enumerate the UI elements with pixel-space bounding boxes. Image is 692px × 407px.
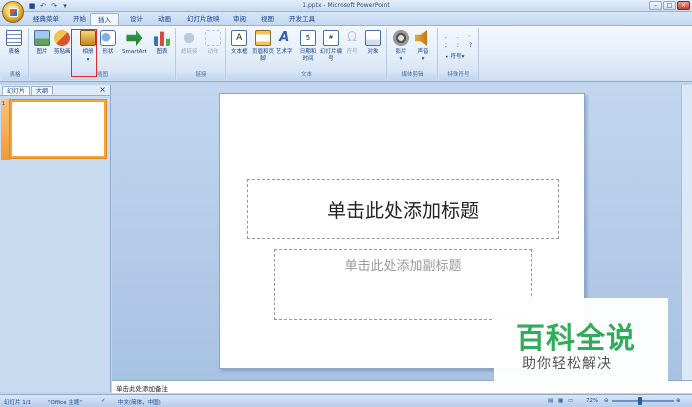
close-icon[interactable]: × (99, 85, 106, 95)
spellcheck-icon[interactable]: ✓ (101, 398, 106, 404)
watermark-subtitle: 助你轻松解决 (522, 356, 612, 372)
tab-outline[interactable]: 大纲 (31, 86, 54, 95)
zoom-slider[interactable] (612, 400, 674, 402)
smartart-icon (126, 30, 143, 46)
chevron-down-icon: ▾ (461, 54, 465, 60)
theme-name: "Office 主题" (48, 400, 82, 406)
movie-icon (393, 30, 409, 46)
symbols-menu-button[interactable]: • 符号 ▾ (445, 54, 464, 61)
chevron-down-icon: ▾ (399, 56, 403, 62)
wordart-icon: A (279, 30, 290, 45)
title-placeholder[interactable]: 单击此处添加标题 (247, 179, 559, 239)
tab-design[interactable]: 设计 (123, 13, 150, 25)
picture-icon (34, 30, 50, 46)
selection-bar (1, 99, 10, 160)
group-links: 超链接 动作 链接 (177, 28, 226, 80)
zoom-slider-handle[interactable] (638, 397, 642, 405)
hyperlink-button[interactable]: 超链接 (181, 30, 198, 56)
header-footer-icon (255, 30, 271, 46)
action-button[interactable]: 动作 (205, 30, 221, 56)
ribbon: 表格 表格 图片 剪贴画 相册 ▾ 形状 SmartArt 图表 插图 超链接 … (0, 25, 692, 82)
sorter-view-icon[interactable]: ▦ (558, 398, 563, 404)
clipart-icon (54, 30, 71, 46)
zoom-out-icon[interactable]: ⊖ (604, 398, 609, 404)
ribbon-tabs: 经典菜单 开始 插入 设计 动画 幻灯片放映 审阅 视图 开发工具 (0, 12, 692, 25)
group-table: 表格 表格 (2, 28, 29, 80)
tab-animations[interactable]: 动画 (151, 13, 178, 25)
tab-classic-menu[interactable]: 经典菜单 (26, 13, 66, 25)
hyperlink-icon (181, 30, 198, 46)
slide-thumbnail-number: 1 (2, 101, 6, 107)
title-bar: ■ ↶ ↷ ▾ 1.pptx - Microsoft PowerPoint – … (0, 0, 692, 23)
textbox-button[interactable]: A 文本框 (231, 30, 248, 56)
highlight-box (71, 29, 97, 77)
tab-slideshow[interactable]: 幻灯片放映 (180, 13, 227, 25)
language: 中文(简体，中国) (118, 400, 161, 406)
chevron-down-icon: ▾ (421, 56, 425, 62)
pane-tabs: 幻灯片 大纲 × (0, 85, 110, 96)
special-symbols-grid[interactable]: , . · (445, 33, 475, 40)
window-title: 1.pptx - Microsoft PowerPoint (302, 2, 390, 9)
sound-button[interactable]: 声音 ▾ (415, 30, 431, 63)
slides-pane: 幻灯片 大纲 × 1 (0, 85, 111, 392)
tab-slides[interactable]: 幻灯片 (2, 86, 31, 95)
office-button[interactable] (2, 1, 24, 23)
maximize-button[interactable]: □ (663, 1, 676, 10)
slideshow-view-icon[interactable]: ▭ (568, 398, 573, 404)
watermark-title: 百科全说 (516, 321, 637, 355)
watermark: 百科全说 助你轻松解决 (494, 298, 668, 390)
close-button[interactable]: × (677, 1, 690, 10)
chart-button[interactable]: 图表 (154, 30, 170, 56)
smartart-button[interactable]: SmartArt (122, 30, 147, 56)
omega-icon: Ω (347, 30, 357, 45)
zoom-level[interactable]: 72% (586, 398, 598, 404)
shapes-icon (100, 30, 116, 46)
textbox-icon: A (231, 30, 248, 46)
shapes-button[interactable]: 形状 (100, 30, 116, 56)
action-icon (205, 30, 221, 46)
slide-thumbnail[interactable] (10, 100, 106, 158)
window-controls: – □ × (649, 1, 690, 10)
group-special-symbols: , . · ; : ? • 符号 ▾ 特殊符号 (439, 28, 479, 80)
comma-icon: • (445, 54, 449, 61)
slide-number-button[interactable]: # 幻灯片编号 (320, 30, 342, 63)
object-icon (365, 30, 381, 46)
vertical-scrollbar[interactable] (681, 85, 692, 380)
group-media: 影片 ▾ 声音 ▾ 媒体剪辑 (388, 28, 438, 80)
tab-insert[interactable]: 插入 (90, 13, 119, 25)
chart-icon (154, 31, 170, 46)
zoom-in-icon[interactable]: ⊕ (676, 398, 681, 404)
tab-review[interactable]: 审阅 (226, 13, 253, 25)
notes-placeholder: 单击此处添加备注 (116, 385, 168, 393)
object-button[interactable]: 对象 (365, 30, 381, 56)
tab-home[interactable]: 开始 (66, 13, 93, 25)
group-illustrations: 图片 剪贴画 相册 ▾ 形状 SmartArt 图表 插图 (30, 28, 176, 80)
movie-button[interactable]: 影片 ▾ (393, 30, 409, 63)
table-icon (6, 30, 22, 46)
office-logo-icon (9, 8, 18, 17)
clipart-button[interactable]: 剪贴画 (54, 30, 71, 56)
tab-view[interactable]: 视图 (254, 13, 281, 25)
special-symbols-grid-row2[interactable]: ; : ? (445, 42, 476, 49)
speaker-icon (415, 30, 427, 46)
symbol-button[interactable]: Ω 符号 (344, 30, 360, 56)
minimize-button[interactable]: – (649, 1, 662, 10)
wordart-button[interactable]: A 艺术字 (276, 30, 293, 56)
normal-view-icon[interactable]: ▤ (548, 398, 553, 404)
status-bar: 幻灯片 1/1 "Office 主题" ✓ 中文(简体，中国) ▤ ▦ ▭ 72… (0, 394, 692, 407)
datetime-button[interactable]: 5 日期和时间 (298, 30, 318, 63)
calendar-icon: 5 (300, 30, 316, 46)
table-button[interactable]: 表格 (6, 30, 22, 56)
slide-number-icon: # (323, 30, 339, 46)
title-placeholder-text: 单击此处添加标题 (326, 199, 479, 222)
slide-info: 幻灯片 1/1 (4, 400, 32, 406)
tab-developer[interactable]: 开发工具 (282, 13, 322, 25)
group-text: A 文本框 页眉和页脚 A 艺术字 5 日期和时间 # 幻灯片编号 Ω 符号 对… (227, 28, 387, 80)
header-footer-button[interactable]: 页眉和页脚 (252, 30, 274, 63)
subtitle-placeholder-text: 单击此处添加副标题 (344, 259, 462, 274)
picture-button[interactable]: 图片 (34, 30, 50, 56)
